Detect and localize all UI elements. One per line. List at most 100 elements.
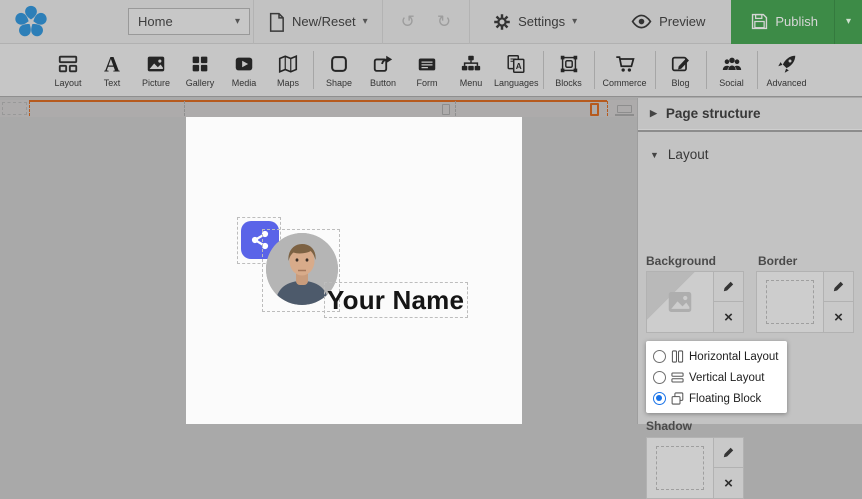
gallery-icon xyxy=(189,53,211,75)
toolbar-item-shape[interactable]: Shape xyxy=(317,44,361,97)
undo-icon[interactable]: ↺ xyxy=(401,12,415,32)
shape-icon xyxy=(328,53,350,75)
toolbar-item-label: Languages xyxy=(494,78,539,88)
ruler-guide xyxy=(29,101,30,116)
toolbar-item-label: Commerce xyxy=(603,78,647,88)
tablet-breakpoint-icon[interactable] xyxy=(590,103,599,116)
maps-icon xyxy=(277,53,299,75)
toolbar-item-commerce[interactable]: Commerce xyxy=(598,44,652,97)
toolbar-item-button[interactable]: Button xyxy=(361,44,405,97)
gear-icon xyxy=(493,13,511,31)
picture-icon xyxy=(145,53,167,75)
settings-button[interactable]: Settings ▾ xyxy=(479,0,591,44)
toolbar-item-picture[interactable]: Picture xyxy=(134,44,178,97)
divider xyxy=(638,129,862,132)
commerce-cart-icon xyxy=(614,53,636,75)
chevron-down-icon: ▾ xyxy=(235,16,240,27)
publish-button[interactable]: Publish ▾ xyxy=(731,0,862,44)
toolbar-item-menu[interactable]: Menu xyxy=(449,44,493,97)
eye-icon xyxy=(631,14,652,29)
page-canvas[interactable]: Your Name xyxy=(186,117,522,424)
floating-block-icon xyxy=(671,392,684,405)
ruler-guide xyxy=(455,101,456,116)
option-floating-block[interactable]: Floating Block xyxy=(653,388,787,409)
toolbar-item-label: Maps xyxy=(277,78,299,88)
media-icon xyxy=(233,53,255,75)
ruler-left-cell xyxy=(2,102,27,115)
toolbar-item-blocks[interactable]: Blocks xyxy=(547,44,591,97)
toolbar-item-label: Menu xyxy=(460,78,483,88)
page-select[interactable]: Home ▾ xyxy=(128,8,250,35)
publish-dropdown-button[interactable]: ▾ xyxy=(835,16,862,27)
pencil-icon xyxy=(722,446,735,459)
vertical-layout-icon xyxy=(671,371,684,384)
ruler-guide xyxy=(607,101,608,116)
background-remove-button[interactable]: × xyxy=(714,302,744,333)
toolbar-item-label: Gallery xyxy=(186,78,215,88)
toolbar-item-gallery[interactable]: Gallery xyxy=(178,44,222,97)
background-preview[interactable] xyxy=(646,271,714,333)
border-group: × xyxy=(756,271,854,333)
settings-panel: ▶ Page structure ▼ Layout Background Bor… xyxy=(637,98,862,424)
form-icon xyxy=(416,53,438,75)
selected-row-border xyxy=(29,100,607,102)
pencil-icon xyxy=(832,280,845,293)
toolbar-item-label: Layout xyxy=(54,78,81,88)
shadow-preview-inner xyxy=(656,446,704,490)
toolbar-item-text[interactable]: A Text xyxy=(90,44,134,97)
option-vertical-layout[interactable]: Vertical Layout xyxy=(653,367,787,388)
name-text-widget[interactable]: Your Name xyxy=(324,282,468,318)
page-structure-section-header[interactable]: ▶ Page structure xyxy=(638,98,862,129)
widgets-toolbar: Layout A Text Picture Gallery Media Maps xyxy=(0,44,862,97)
collapsed-triangle-icon: ▶ xyxy=(650,108,657,119)
shadow-edit-button[interactable] xyxy=(714,437,744,468)
save-icon xyxy=(751,13,768,30)
toolbar-item-label: Blog xyxy=(672,78,690,88)
toolbar-item-languages[interactable]: A Languages xyxy=(493,44,540,97)
toolbar-item-media[interactable]: Media xyxy=(222,44,266,97)
breakpoint-ruler xyxy=(0,100,637,117)
desktop-breakpoint-icon[interactable] xyxy=(617,105,632,113)
layout-label: Layout xyxy=(668,147,709,162)
phone-breakpoint-icon[interactable] xyxy=(442,104,450,115)
layout-options-box: Horizontal Layout Vertical Layout Floati… xyxy=(646,341,787,413)
new-page-icon xyxy=(268,12,285,32)
horizontal-layout-icon xyxy=(671,350,684,363)
toolbar-item-maps[interactable]: Maps xyxy=(266,44,310,97)
toolbar-item-blog[interactable]: Blog xyxy=(659,44,703,97)
border-preview[interactable] xyxy=(756,271,824,333)
redo-icon[interactable]: ↻ xyxy=(437,12,451,32)
toolbar-item-label: Advanced xyxy=(767,78,807,88)
option-label: Horizontal Layout xyxy=(689,351,779,363)
preview-label: Preview xyxy=(659,14,705,29)
toolbar-item-layout[interactable]: Layout xyxy=(46,44,90,97)
divider xyxy=(469,0,470,44)
toolbar-item-social[interactable]: Social xyxy=(710,44,754,97)
toolbar-item-label: Blocks xyxy=(555,78,582,88)
app-logo[interactable] xyxy=(0,3,62,41)
divider xyxy=(594,51,595,89)
divider xyxy=(313,51,314,89)
toolbar-item-form[interactable]: Form xyxy=(405,44,449,97)
toolbar-item-advanced[interactable]: Advanced xyxy=(761,44,813,97)
editor-workspace: Your Name xyxy=(0,98,637,424)
new-reset-button[interactable]: New/Reset ▾ xyxy=(254,0,382,44)
blocks-icon xyxy=(558,53,580,75)
pencil-icon xyxy=(722,280,735,293)
radio-unselected-icon xyxy=(653,350,666,363)
shadow-group: × xyxy=(646,437,744,499)
display-name-text: Your Name xyxy=(325,285,464,316)
option-horizontal-layout[interactable]: Horizontal Layout xyxy=(653,346,787,367)
shadow-preview[interactable] xyxy=(646,437,714,499)
settings-label: Settings xyxy=(518,14,565,29)
background-edit-button[interactable] xyxy=(714,271,744,302)
toolbar-item-label: Social xyxy=(719,78,744,88)
toolbar-item-label: Button xyxy=(370,78,396,88)
background-image-icon xyxy=(665,287,695,317)
border-edit-button[interactable] xyxy=(824,271,854,302)
divider xyxy=(757,51,758,89)
layout-section-header[interactable]: ▼ Layout xyxy=(638,139,862,170)
border-remove-button[interactable]: × xyxy=(824,302,854,333)
shadow-remove-button[interactable]: × xyxy=(714,468,744,499)
preview-button[interactable]: Preview xyxy=(617,0,719,44)
